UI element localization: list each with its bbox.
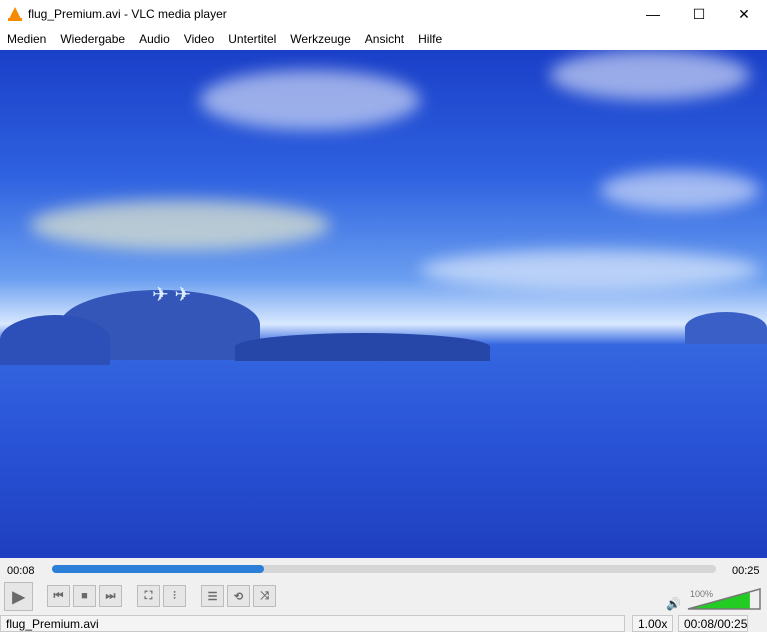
fullscreen-button[interactable]: ⛶ xyxy=(137,585,160,607)
airplane-icon: ✈ ✈ xyxy=(152,284,192,306)
vlc-cone-icon xyxy=(8,7,22,21)
menu-audio[interactable]: Audio xyxy=(132,32,177,46)
close-button[interactable]: ✕ xyxy=(721,0,767,28)
status-filename: flug_Premium.avi xyxy=(0,615,625,632)
menu-ansicht[interactable]: Ansicht xyxy=(358,32,411,46)
volume-slider[interactable] xyxy=(687,588,762,610)
previous-button[interactable]: ⏮ xyxy=(47,585,70,607)
video-area[interactable]: ✈ ✈ xyxy=(0,50,767,558)
menu-untertitel[interactable]: Untertitel xyxy=(221,32,283,46)
next-button[interactable]: ⏭ xyxy=(99,585,122,607)
total-time: 00:25 xyxy=(732,565,760,577)
minimize-button[interactable]: — xyxy=(630,0,676,28)
shuffle-button[interactable]: ⤨ xyxy=(253,585,276,607)
menu-bar: Medien Wiedergabe Audio Video Untertitel… xyxy=(0,28,767,50)
play-button[interactable]: ▶ xyxy=(4,582,33,611)
playback-speed[interactable]: 1.00x xyxy=(632,615,673,632)
seek-bar[interactable] xyxy=(52,565,716,573)
loop-button[interactable]: ⟲ xyxy=(227,585,250,607)
menu-wiedergabe[interactable]: Wiedergabe xyxy=(53,32,132,46)
seek-bar-fill xyxy=(52,565,265,573)
window-title: flug_Premium.avi - VLC media player xyxy=(28,7,227,21)
playlist-button[interactable]: ☰ xyxy=(201,585,224,607)
maximize-button[interactable]: ☐ xyxy=(676,0,722,28)
elapsed-time: 00:08 xyxy=(7,565,35,577)
extended-settings-button[interactable]: ⫶ xyxy=(163,585,186,607)
menu-werkzeuge[interactable]: Werkzeuge xyxy=(283,32,357,46)
menu-video[interactable]: Video xyxy=(177,32,221,46)
stop-button[interactable]: ■ xyxy=(73,585,96,607)
speaker-icon[interactable]: 🔊 xyxy=(666,597,681,611)
title-bar: flug_Premium.avi - VLC media player — ☐ … xyxy=(0,0,767,28)
menu-medien[interactable]: Medien xyxy=(0,32,53,46)
status-time[interactable]: 00:08/00:25 xyxy=(678,615,748,632)
menu-hilfe[interactable]: Hilfe xyxy=(411,32,449,46)
